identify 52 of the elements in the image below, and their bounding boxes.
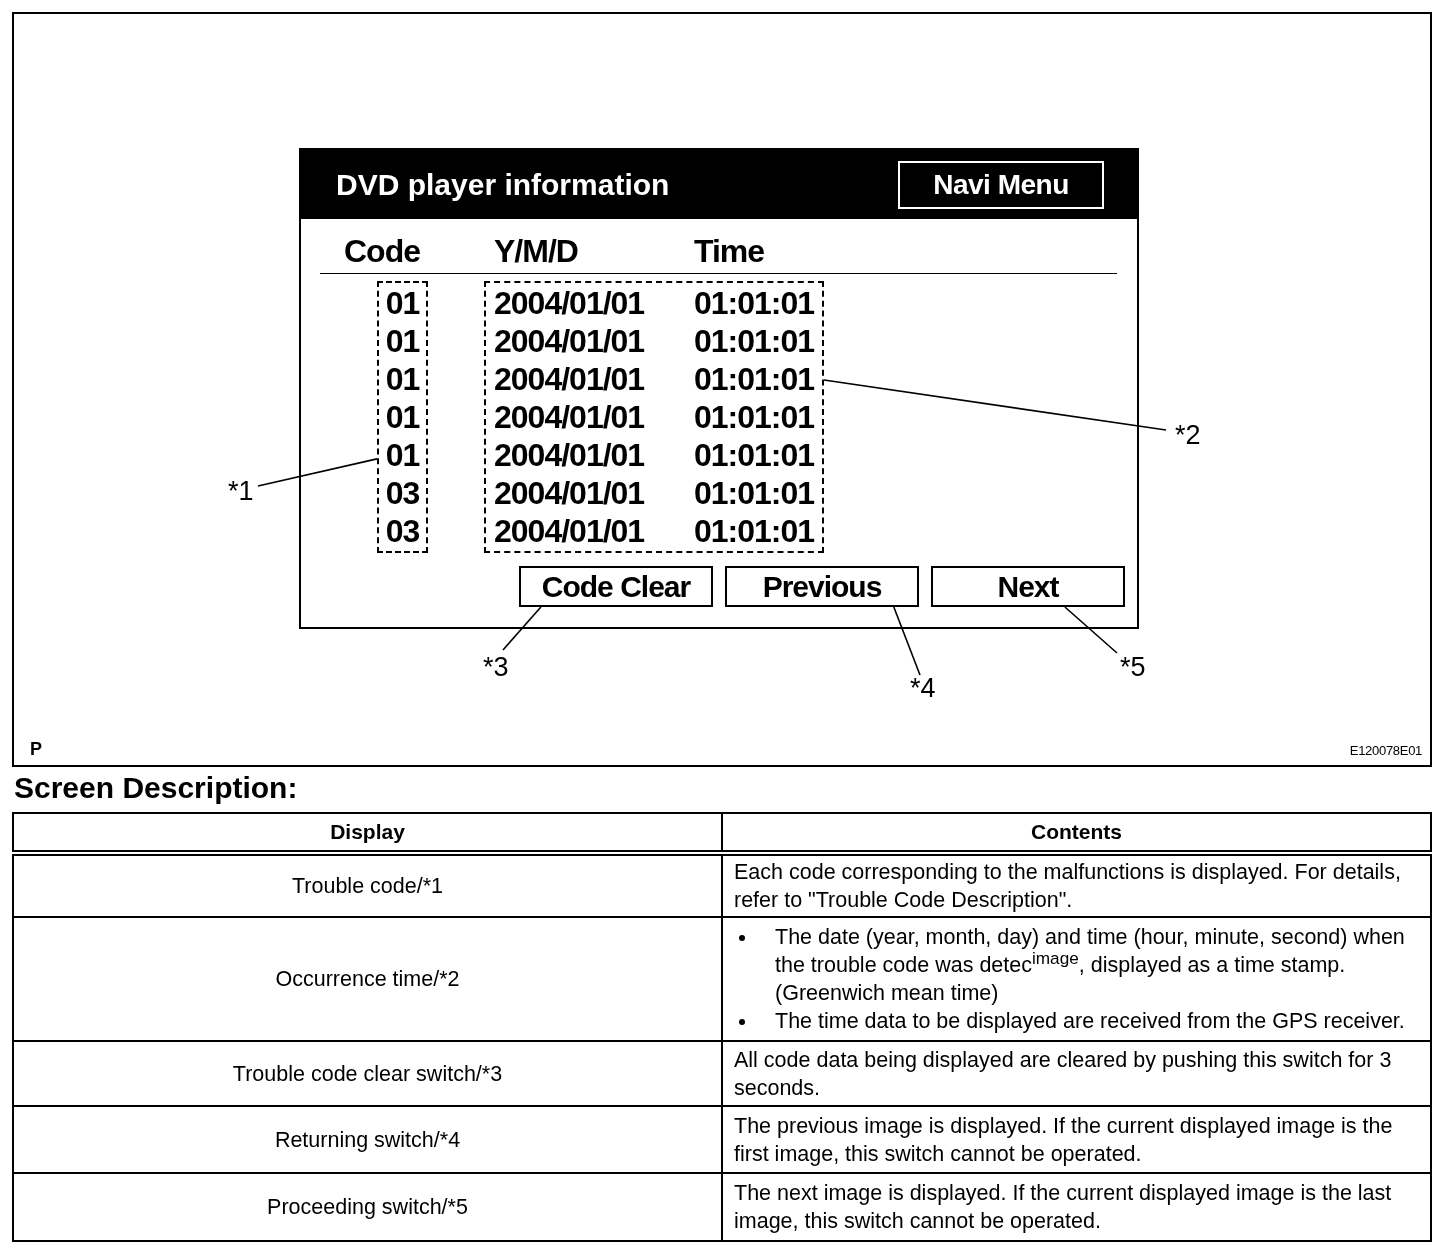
date-text: 2004/01/01 — [494, 436, 645, 474]
column-header: Y/M/D — [494, 233, 579, 271]
date-text: 2004/01/01 — [494, 284, 645, 322]
column-header: Time — [694, 233, 765, 271]
table-cell: All code data being displayed are cleared by pushing this switch for 3 seconds. — [722, 1041, 1431, 1106]
code-text: 03 — [385, 512, 420, 550]
table-cell: Proceeding switch/*5 — [13, 1173, 722, 1241]
date-text: 2004/01/01 — [494, 360, 645, 398]
callout-label: *2 — [1175, 421, 1201, 449]
time-text: 01:01:01 — [694, 322, 815, 360]
date-text: 2004/01/01 — [494, 512, 645, 550]
code-text: 01 — [385, 284, 420, 322]
time-text: 01:01:01 — [694, 360, 815, 398]
figure-id: E120078E01 — [1349, 743, 1422, 759]
time-text: 01:01:01 — [694, 284, 815, 322]
callout-label: *5 — [1120, 653, 1146, 681]
callout-label: *4 — [910, 674, 936, 702]
next-button[interactable]: Next — [931, 566, 1125, 607]
table-cell: Each code corresponding to the malfunctions is displayed. For details, refer to "Trouble Code Description". — [722, 853, 1431, 917]
menu-button[interactable]: Navi Menu — [898, 160, 1104, 209]
section-title: Screen Description: — [14, 770, 299, 806]
code-text: 01 — [385, 398, 420, 436]
column-header: Contents — [722, 813, 1431, 853]
time-text: 01:01:01 — [694, 474, 815, 512]
bullet-icon — [739, 1019, 745, 1025]
bullet-text: The date (year, month, day) and time (hour, minute, second) when the trouble code was detec$^{image}$, displayed as a time stamp. (Greenwich mean time) — [775, 924, 1406, 1007]
time-text: 01:01:01 — [694, 398, 815, 436]
table-cell: Trouble code clear switch/*3 — [13, 1041, 722, 1106]
callout-label: *3 — [483, 653, 509, 681]
code-text: 03 — [385, 474, 420, 512]
bullet-text: The time data to be displayed are received from the GPS receiver. — [775, 1008, 1406, 1035]
code-text: 01 — [385, 436, 420, 474]
table-cell: Trouble code/*1 — [13, 853, 722, 917]
table-cell: The next image is displayed. If the current displayed image is the last image, this switch cannot be operated. — [722, 1173, 1431, 1241]
table-cell: Returning switch/*4 — [13, 1106, 722, 1173]
bullet-icon — [739, 935, 745, 941]
previous-button[interactable]: Previous — [725, 566, 919, 607]
column-header: Code — [344, 233, 421, 271]
code-text: 01 — [385, 360, 420, 398]
callout-label: *1 — [228, 477, 254, 505]
code-text: 01 — [385, 322, 420, 360]
date-text: 2004/01/01 — [494, 398, 645, 436]
screen-title: DVD player information — [336, 166, 670, 203]
corner-mark: P — [30, 739, 42, 759]
time-text: 01:01:01 — [694, 512, 815, 550]
table-cell: Occurrence time/*2 — [13, 917, 722, 1041]
date-text: 2004/01/01 — [494, 474, 645, 512]
clear-button[interactable]: Code Clear — [519, 566, 713, 607]
date-text: 2004/01/01 — [494, 322, 645, 360]
column-header: Display — [13, 813, 722, 853]
table-cell: The previous image is displayed. If the current displayed image is the first image, this switch cannot be operated. — [722, 1106, 1431, 1173]
time-text: 01:01:01 — [694, 436, 815, 474]
